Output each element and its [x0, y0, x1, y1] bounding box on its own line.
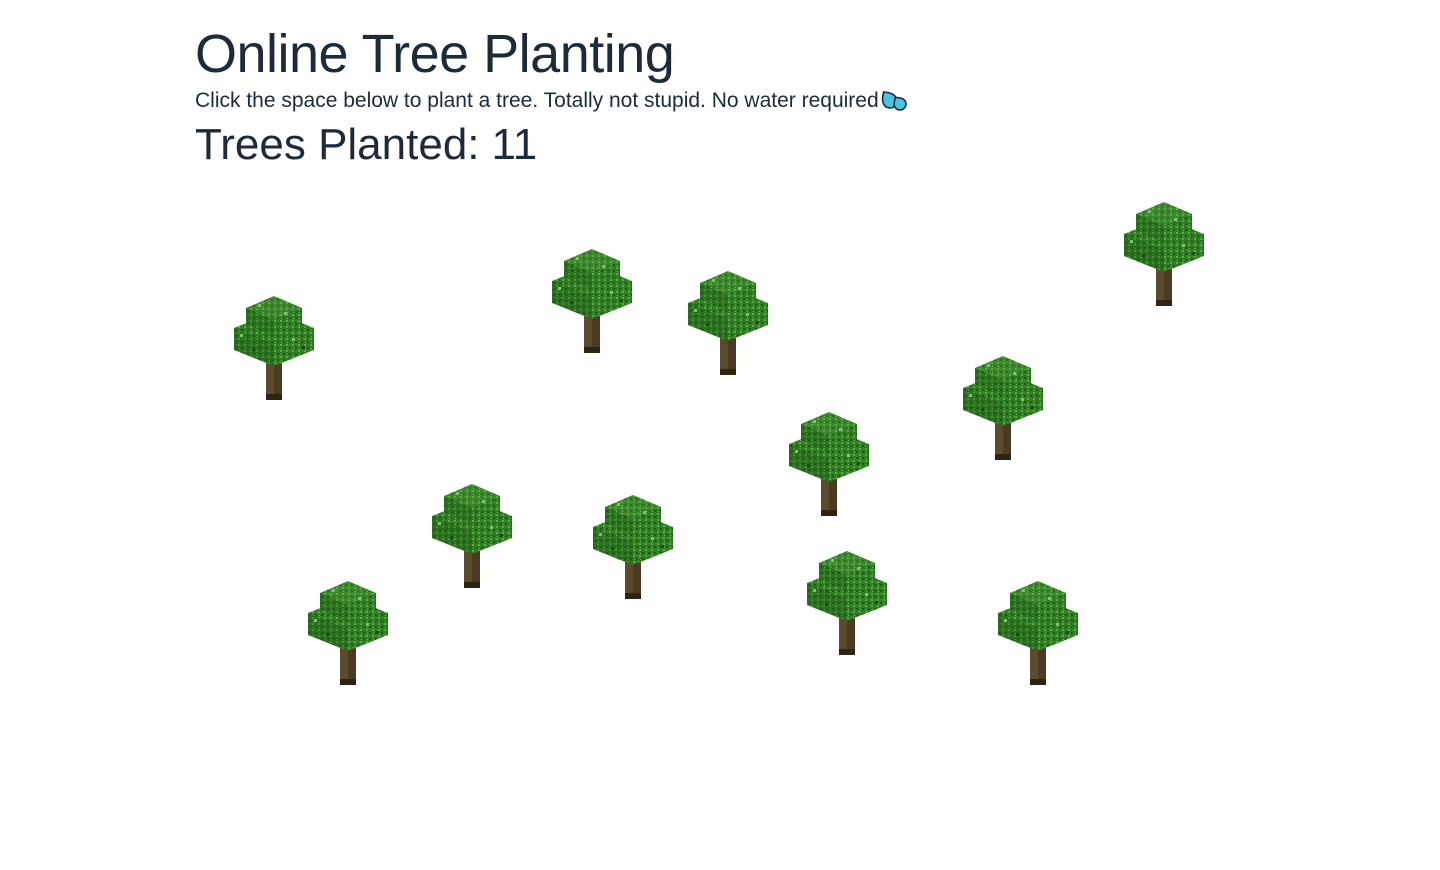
tree-icon [1122, 196, 1206, 308]
trees-planted-counter: Trees Planted: 11 [195, 120, 909, 170]
counter-value: 11 [491, 120, 538, 169]
instructions: Click the space below to plant a tree. T… [195, 86, 909, 116]
page-title: Online Tree Planting [195, 24, 675, 84]
tree-icon [996, 575, 1080, 687]
water-droplets-icon [881, 91, 907, 111]
tree-icon [961, 350, 1045, 462]
tree-icon [686, 265, 770, 377]
instructions-text: Click the space below to plant a tree. T… [195, 89, 879, 112]
tree-icon [805, 545, 889, 657]
header: Online Tree Planting Click the space bel… [195, 24, 909, 170]
planting-area[interactable] [195, 180, 1245, 740]
tree-icon [232, 290, 316, 402]
tree-icon [306, 575, 390, 687]
tree-icon [430, 478, 514, 590]
tree-icon [550, 243, 634, 355]
tree-icon [787, 406, 871, 518]
tree-icon [591, 489, 675, 601]
counter-label: Trees Planted: [195, 120, 480, 169]
